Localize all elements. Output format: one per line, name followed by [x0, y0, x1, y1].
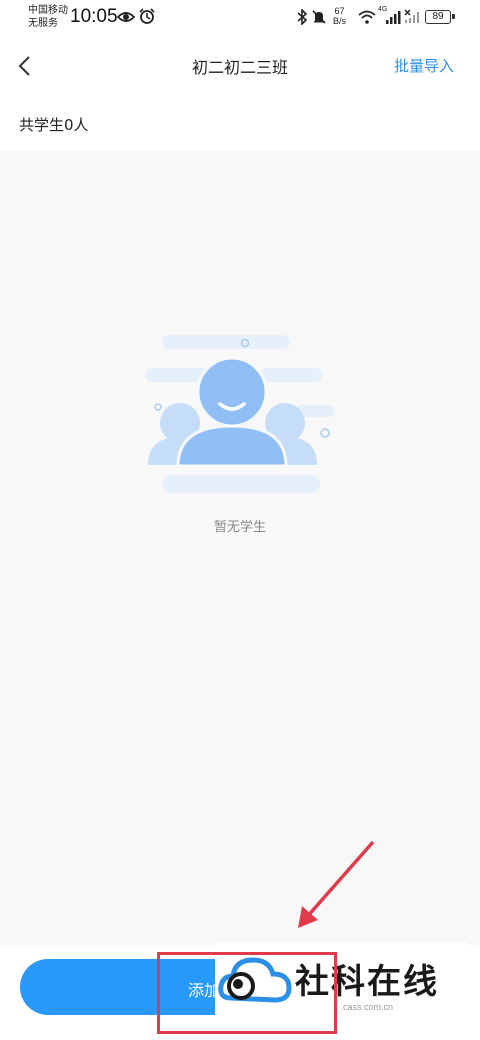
highlight-box [157, 952, 337, 1034]
student-count-row: 共学生0人 [0, 96, 480, 150]
watermark-domain: cass.com.cn [343, 1002, 394, 1012]
carrier-name: 中国移动 [28, 5, 68, 16]
carrier-info: 中国移动 无服务 [28, 4, 68, 30]
battery-indicator: 89 [425, 10, 455, 24]
carrier-service: 无服务 [28, 18, 58, 29]
wifi-icon [358, 10, 376, 24]
annotation-arrow-icon [298, 840, 375, 928]
signal-icon [386, 11, 401, 24]
bluetooth-icon [297, 9, 308, 25]
empty-state-text: 暂无学生 [213, 520, 266, 535]
batch-import-button[interactable]: 批量导入 [394, 55, 454, 76]
mute-bell-icon [312, 10, 326, 24]
status-time: 10:05 [70, 6, 118, 27]
network-speed: 67 B/s [333, 6, 346, 26]
eye-icon [117, 12, 135, 22]
nav-bar: 初二初二三班 批量导入 [0, 36, 480, 96]
student-count: 共学生0人 [19, 116, 89, 134]
status-bar: 中国移动 无服务 10:05 67 B/s 4G 89 [0, 0, 480, 36]
empty-students-illustration [145, 335, 335, 493]
network-speed-unit: B/s [333, 16, 347, 26]
signal-no-service-icon [404, 9, 419, 23]
network-speed-value: 67 [334, 6, 345, 16]
alarm-icon [139, 8, 155, 24]
